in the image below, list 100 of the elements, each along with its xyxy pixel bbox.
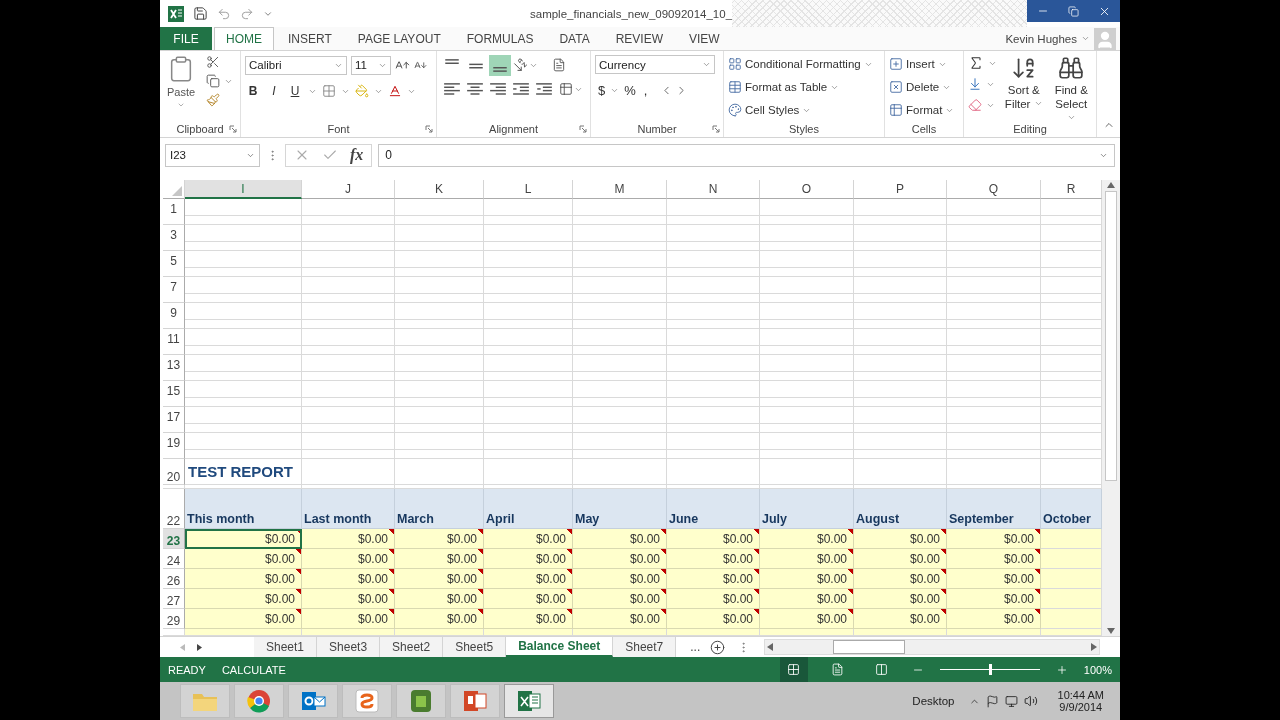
- insert-function-button[interactable]: fx: [350, 146, 364, 164]
- group-label: Alignment: [489, 122, 538, 135]
- formula-field[interactable]: 0: [378, 143, 1115, 167]
- desktop-toolbar-label[interactable]: Desktop: [912, 695, 955, 707]
- column-heading: March: [395, 489, 484, 529]
- table-cell: $0.00: [854, 549, 947, 569]
- table-cell: $0.00: [947, 589, 1041, 609]
- row-header[interactable]: 23: [163, 529, 185, 549]
- sheet-tab[interactable]: Balance Sheet: [506, 637, 614, 657]
- table-cell: $0.00: [854, 529, 947, 549]
- row-header[interactable]: 19: [163, 433, 185, 459]
- table-cell: $0.00: [185, 529, 302, 549]
- styles-command[interactable]: Format as Table: [728, 78, 873, 96]
- font-style-button[interactable]: U: [287, 84, 303, 98]
- column-header[interactable]: R: [1041, 180, 1102, 199]
- table-cell: $0.00: [667, 549, 760, 569]
- column-heading: August: [854, 489, 947, 529]
- table-cell: $0.00: [760, 549, 854, 569]
- row-header[interactable]: 13: [163, 355, 185, 381]
- table-cell: $0.00: [573, 549, 667, 569]
- sheet-tab[interactable]: Sheet5: [443, 637, 507, 657]
- zoom-level[interactable]: 100%: [1083, 663, 1112, 676]
- column-header[interactable]: Q: [947, 180, 1041, 199]
- column-header[interactable]: P: [854, 180, 947, 199]
- styles-command[interactable]: Cell Styles: [728, 101, 873, 119]
- table-cell: $0.00: [760, 589, 854, 609]
- column-heading: June: [667, 489, 760, 529]
- column-heading: July: [760, 489, 854, 529]
- column-header[interactable]: J: [302, 180, 395, 199]
- sheet-tab[interactable]: Sheet3: [317, 637, 381, 657]
- sheet-tab[interactable]: Sheet2: [380, 637, 444, 657]
- table-cell: $0.00: [947, 609, 1041, 629]
- number-format-button[interactable]: $: [595, 82, 609, 98]
- sheet-tab[interactable]: Sheet1: [254, 637, 318, 657]
- row-header[interactable]: 9: [163, 303, 185, 329]
- table-cell: $0.00: [573, 609, 667, 629]
- column-header[interactable]: N: [667, 180, 760, 199]
- row-header[interactable]: 29: [163, 609, 185, 629]
- column-heading: May: [573, 489, 667, 529]
- row-header[interactable]: 22: [163, 489, 185, 529]
- column-header[interactable]: O: [760, 180, 854, 199]
- file-tab[interactable]: FILE: [160, 27, 212, 50]
- paste-button[interactable]: Paste: [164, 55, 198, 109]
- table-cell: $0.00: [484, 569, 573, 589]
- column-header[interactable]: L: [484, 180, 573, 199]
- table-cell: $0.00: [854, 569, 947, 589]
- cells-command[interactable]: Format: [889, 101, 955, 119]
- row-header[interactable]: 7: [163, 277, 185, 303]
- row-header[interactable]: 5: [163, 251, 185, 277]
- group-label: Cells: [911, 122, 937, 135]
- row-header[interactable]: 1: [163, 199, 185, 225]
- row-header[interactable]: 17: [163, 407, 185, 433]
- font-style-button[interactable]: B: [245, 84, 261, 98]
- group-label: Editing: [1013, 122, 1047, 135]
- styles-command[interactable]: Conditional Formatting: [728, 55, 873, 73]
- font-style-button[interactable]: I: [266, 84, 282, 98]
- ribbon-tab[interactable]: HOME: [214, 27, 274, 50]
- row-header[interactable]: 26: [163, 569, 185, 589]
- name-box[interactable]: I23: [165, 143, 260, 167]
- window-title: sample_financials_new_09092014_10_: [530, 7, 733, 20]
- table-cell: $0.00: [395, 569, 484, 589]
- column-heading: September: [947, 489, 1041, 529]
- table-cell: $0.00: [185, 549, 302, 569]
- sort-filter-button[interactable]: Sort & Filter: [1003, 55, 1045, 111]
- table-cell: $0.00: [947, 529, 1041, 549]
- cells-command[interactable]: Delete: [889, 78, 955, 96]
- font-name-dropdown[interactable]: Calibri: [245, 55, 347, 75]
- row-header[interactable]: 3: [163, 225, 185, 251]
- table-cell: $0.00: [854, 589, 947, 609]
- number-format-button[interactable]: %: [621, 82, 639, 98]
- table-cell: $0.00: [302, 529, 395, 549]
- number-format-button[interactable]: ,: [640, 82, 651, 98]
- table-cell: $0.00: [395, 549, 484, 569]
- table-cell: $0.00: [667, 569, 760, 589]
- clock-date[interactable]: 9/9/2014: [1059, 701, 1103, 713]
- clock-time[interactable]: 10:44 AM: [1057, 689, 1104, 701]
- cells-command[interactable]: Insert: [889, 55, 955, 73]
- table-cell: $0.00: [302, 569, 395, 589]
- column-header[interactable]: I: [185, 180, 302, 199]
- user-name[interactable]: Kevin Hughes: [1005, 32, 1077, 45]
- table-cell: $0.00: [854, 609, 947, 629]
- column-header[interactable]: K: [395, 180, 484, 199]
- number-format-dropdown[interactable]: Currency: [595, 55, 715, 74]
- column-heading: This month: [185, 489, 302, 529]
- row-header[interactable]: 24: [163, 549, 185, 569]
- table-cell: $0.00: [667, 609, 760, 629]
- font-size-dropdown[interactable]: 11: [351, 55, 391, 75]
- table-cell: $0.00: [667, 529, 760, 549]
- status-text: CALCULATE: [221, 663, 286, 676]
- table-cell: $0.00: [395, 589, 484, 609]
- find-select-button[interactable]: Find & Select: [1050, 55, 1092, 120]
- row-header[interactable]: 11: [163, 329, 185, 355]
- sheet-tab[interactable]: Sheet7: [613, 637, 677, 657]
- row-header[interactable]: 15: [163, 381, 185, 407]
- row-header[interactable]: 27: [163, 589, 185, 609]
- row-header[interactable]: 20: [163, 459, 185, 485]
- table-cell: $0.00: [760, 569, 854, 589]
- more-sheets-button[interactable]: ...: [690, 637, 701, 657]
- column-heading: April: [484, 489, 573, 529]
- column-header[interactable]: M: [573, 180, 667, 199]
